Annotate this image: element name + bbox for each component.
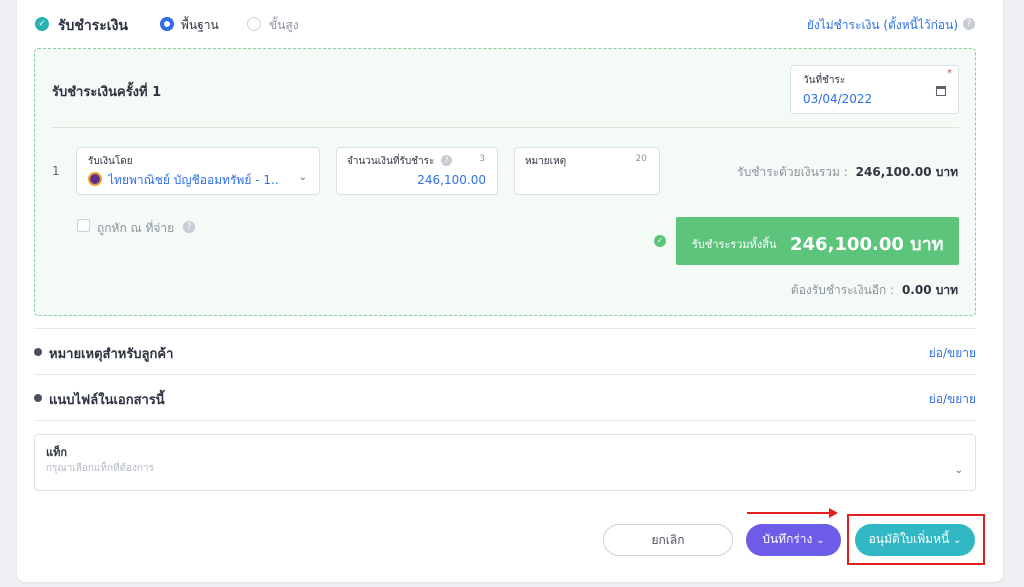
received-total-value: 246,100.00 บาท — [855, 165, 958, 179]
approve-button[interactable]: อนุมัติใบเพิ่มหนี้ ⌄ — [855, 524, 975, 556]
grand-total-label: รับชำระรวมทั้งสิ้น — [692, 238, 777, 251]
chevron-down-icon[interactable]: ⌄ — [299, 172, 307, 183]
chevron-down-icon: ⌄ — [816, 535, 825, 546]
cancel-label: ยกเลิก — [651, 533, 685, 547]
save-draft-button[interactable]: บันทึกร่าง ⌄ — [746, 524, 841, 556]
date-value: 03/04/2022 — [803, 92, 873, 106]
amount-count: 3 — [479, 154, 485, 164]
bullet-icon — [34, 348, 42, 356]
calendar-icon[interactable] — [936, 86, 946, 96]
note-count: 20 — [635, 154, 647, 164]
cancel-button[interactable]: ยกเลิก — [603, 524, 733, 556]
remaining-amount: ต้องรับชำระเงินอีก : 0.00 บาท — [791, 281, 958, 300]
attachments-toggle[interactable]: ย่อ/ขยาย — [929, 390, 976, 409]
arrow-annotation — [747, 512, 832, 514]
chevron-down-icon[interactable]: ⌄ — [955, 465, 963, 476]
attachments-title[interactable]: แนบไฟล์ในเอกสารนี้ — [49, 389, 165, 410]
grand-total-value: 246,100.00 บาท — [790, 234, 944, 255]
customer-note-title[interactable]: หมายเหตุสำหรับลูกค้า — [49, 343, 173, 364]
chevron-down-icon: ⌄ — [953, 535, 962, 546]
radio-basic-label[interactable]: พื้นฐาน — [181, 16, 219, 35]
approve-label: อนุมัติใบเพิ่มหนี้ — [868, 532, 950, 546]
date-label: วันที่ชำระ — [803, 75, 846, 86]
tags-select[interactable]: แท็ก กรุณาเลือกแท็กที่ต้องการ ⌄ — [34, 434, 976, 491]
received-by-value: ไทยพาณิชย์ บัญชีออมทรัพย์ - 1... — [108, 173, 280, 187]
grand-total-check-icon: ✓ — [654, 235, 666, 247]
payment-card: ✓ รับชำระเงิน พื้นฐาน ขั้นสูง ยังไม่ชำระ… — [17, 0, 1003, 582]
arrow-head-icon — [829, 508, 838, 518]
customer-note-toggle[interactable]: ย่อ/ขยาย — [929, 344, 976, 363]
amount-field[interactable]: จำนวนเงินที่รับชำระ ? 3 246,100.00 — [336, 147, 498, 195]
amount-label: จำนวนเงินที่รับชำระ — [347, 156, 435, 167]
received-by-select[interactable]: รับเงินโดย ไทยพาณิชย์ บัญชีออมทรัพย์ - 1… — [76, 147, 320, 195]
unpaid-link[interactable]: ยังไม่ชำระเงิน (ตั้งหนี้ไว้ก่อน) — [807, 16, 958, 35]
withholding-checkbox[interactable] — [77, 219, 90, 232]
received-total-label: รับชำระด้วยเงินรวม : — [737, 165, 848, 179]
divider — [34, 420, 976, 421]
radio-basic[interactable] — [160, 17, 174, 31]
inner-divider — [52, 127, 959, 128]
save-draft-label: บันทึกร่าง — [762, 532, 813, 546]
payment-date-field[interactable]: วันที่ชำระ * 03/04/2022 — [790, 65, 959, 114]
payment-round-box: รับชำระเงินครั้งที่ 1 วันที่ชำระ * 03/04… — [34, 48, 976, 316]
help-icon[interactable]: ? — [963, 18, 975, 30]
bank-logo-icon — [88, 172, 102, 186]
radio-advanced-label[interactable]: ขั้นสูง — [269, 16, 299, 35]
withholding-label[interactable]: ถูกหัก ณ ที่จ่าย — [97, 219, 174, 238]
radio-advanced[interactable] — [247, 17, 261, 31]
tags-placeholder: กรุณาเลือกแท็กที่ต้องการ — [46, 463, 155, 474]
remaining-value: 0.00 บาท — [901, 283, 958, 297]
tags-label: แท็ก — [46, 446, 68, 459]
received-by-label: รับเงินโดย — [88, 156, 133, 167]
received-total: รับชำระด้วยเงินรวม : 246,100.00 บาท — [737, 163, 958, 182]
payment-title: รับชำระเงิน — [58, 18, 128, 34]
row-number: 1 — [52, 164, 60, 178]
note-field[interactable]: หมายเหตุ 20 — [514, 147, 660, 195]
divider — [34, 328, 976, 329]
round-title: รับชำระเงินครั้งที่ 1 — [52, 85, 162, 100]
note-label: หมายเหตุ — [525, 156, 567, 167]
required-marker: * — [947, 68, 952, 79]
amount-value: 246,100.00 — [417, 173, 486, 187]
remaining-label: ต้องรับชำระเงินอีก : — [790, 283, 895, 297]
grand-total-banner: รับชำระรวมทั้งสิ้น 246,100.00 บาท — [676, 217, 959, 265]
withholding-help-icon[interactable]: ? — [183, 221, 195, 233]
divider — [34, 374, 976, 375]
check-icon: ✓ — [35, 17, 49, 31]
bullet-icon — [34, 394, 42, 402]
amount-help-icon[interactable]: ? — [441, 155, 452, 166]
